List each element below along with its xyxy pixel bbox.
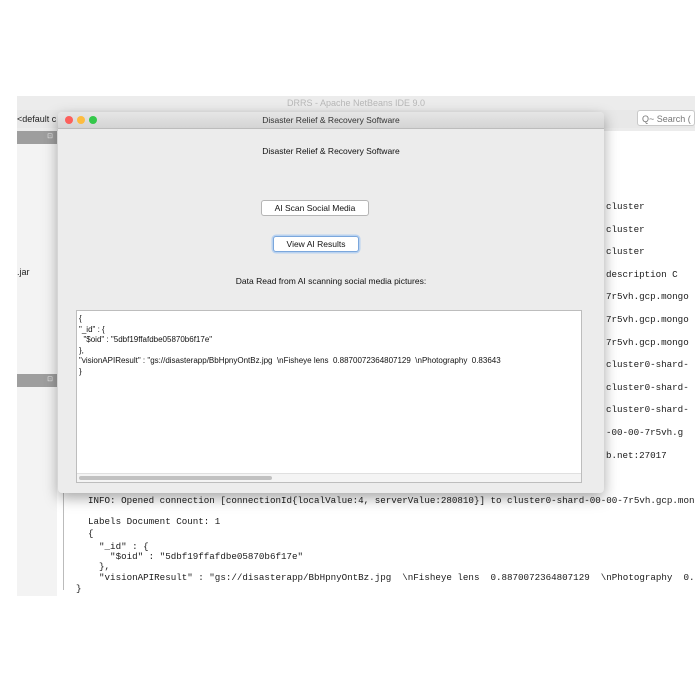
search-input[interactable]: Q~ Search (: [637, 110, 695, 126]
results-text: { "_id" : { "$oid" : "5dbf19ffafdbe05870…: [79, 314, 501, 376]
project-tree-item[interactable]: .jar: [17, 267, 30, 277]
output-line: "visionAPIResult" : "gs://disasterapp/Bb…: [88, 572, 695, 583]
navigator-panel-header[interactable]: ⊡: [17, 374, 57, 387]
ide-window-title: DRRS - Apache NetBeans IDE 9.0: [286, 98, 426, 108]
output-line: }: [76, 583, 82, 594]
projects-panel-header[interactable]: ⊡: [17, 131, 57, 144]
output-line: INFO: Opened connection [connectionId{lo…: [88, 495, 695, 506]
minimize-icon[interactable]: ⊡: [47, 375, 53, 383]
output-line: cluster0-shard-: [606, 359, 689, 371]
horizontal-scrollbar[interactable]: [77, 473, 581, 482]
output-line: cluster: [606, 201, 645, 212]
output-line: cluster0-shard-: [606, 404, 689, 416]
output-line: cluster: [606, 223, 645, 235]
output-line: },: [88, 561, 111, 572]
output-line: Labels Document Count: 1: [88, 516, 221, 527]
output-line: 7r5vh.gcp.mongo: [606, 314, 689, 325]
output-line: 7r5vh.gcp.mongo: [606, 336, 689, 348]
output-line: cluster0-shard-: [606, 381, 689, 393]
results-textarea[interactable]: { "_id" : { "$oid" : "5dbf19ffafdbe05870…: [76, 310, 582, 483]
output-line: "$oid" : "5dbf19ffafdbe05870b6f17e": [88, 551, 304, 562]
dialog-titlebar: Disaster Relief & Recovery Software: [58, 112, 604, 129]
output-line: {: [88, 528, 94, 539]
view-results-button[interactable]: View AI Results: [273, 236, 359, 252]
minimize-icon[interactable]: ⊡: [47, 132, 53, 140]
app-dialog: Disaster Relief & Recovery Software Disa…: [58, 112, 604, 493]
dialog-heading: Disaster Relief & Recovery Software: [262, 146, 400, 156]
output-line: cluster: [606, 246, 645, 258]
dialog-title: Disaster Relief & Recovery Software: [262, 115, 400, 125]
output-line: -00-00-7r5vh.g: [606, 427, 684, 438]
output-gutter: [63, 488, 64, 590]
ai-scan-button[interactable]: AI Scan Social Media: [261, 200, 369, 216]
output-line: b.net:27017: [606, 449, 667, 461]
scrollbar-thumb[interactable]: [79, 476, 272, 480]
projects-panel: ⊡ ⊡: [17, 131, 57, 596]
data-label: Data Read from AI scanning social media …: [235, 276, 427, 286]
output-line: 7r5vh.gcp.mongo: [606, 291, 689, 303]
output-line: description C: [606, 268, 678, 280]
config-combo[interactable]: <default c: [17, 111, 56, 127]
